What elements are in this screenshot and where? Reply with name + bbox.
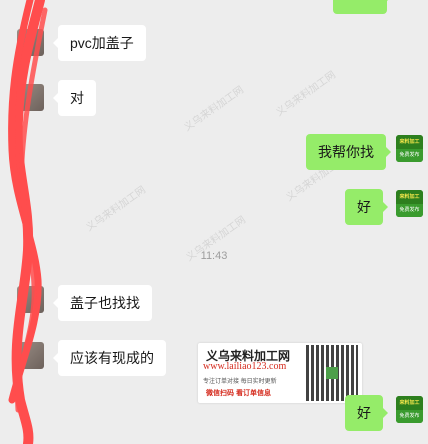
message-bubble[interactable]: 我帮你找 bbox=[306, 134, 391, 170]
message-text: 好 bbox=[357, 199, 371, 215]
watermark: 义乌来料加工网 bbox=[274, 69, 338, 119]
ad-footer: 微信扫码 看订单信息 bbox=[206, 390, 271, 397]
watermark: 义乌来料加工网 bbox=[84, 184, 148, 234]
timestamp: 11:43 bbox=[200, 250, 228, 262]
message-bubble-partial[interactable] bbox=[333, 0, 392, 14]
my-avatar[interactable]: 来料加工 免费发布 bbox=[396, 396, 423, 423]
qr-ad-banner[interactable]: 义乌来料加工网 www.lailiao123.com 专注订单对接 每日实时更新… bbox=[198, 343, 362, 403]
ad-url: www.lailiao123.com bbox=[203, 361, 287, 372]
message-text: 好 bbox=[357, 405, 371, 421]
redaction-scribble bbox=[8, 0, 48, 444]
qr-logo bbox=[326, 367, 338, 379]
ad-description: 专注订单对接 每日实时更新 bbox=[203, 379, 277, 385]
message-bubble[interactable]: 好 bbox=[345, 189, 388, 225]
message-bubble[interactable]: 盖子也找找 bbox=[53, 285, 152, 321]
avatar-top-text: 来料加工 bbox=[396, 190, 423, 204]
message-text: 应该有现成的 bbox=[70, 350, 154, 366]
avatar-bottom-text: 免费发布 bbox=[396, 149, 423, 162]
qr-code-icon bbox=[306, 345, 358, 401]
my-avatar[interactable]: 来料加工 免费发布 bbox=[396, 190, 423, 217]
watermark: 义乌来料加工网 bbox=[182, 84, 246, 134]
my-avatar[interactable]: 来料加工 免费发布 bbox=[396, 135, 423, 162]
avatar-bottom-text: 免费发布 bbox=[396, 204, 423, 217]
message-text: pvc加盖子 bbox=[70, 35, 134, 51]
avatar-top-text: 来料加工 bbox=[396, 135, 423, 149]
message-text: 盖子也找找 bbox=[70, 295, 140, 311]
message-bubble[interactable]: 对 bbox=[53, 80, 96, 116]
avatar-top-text: 来料加工 bbox=[396, 396, 423, 410]
message-bubble[interactable]: pvc加盖子 bbox=[53, 25, 146, 61]
message-bubble[interactable]: 好 bbox=[345, 395, 388, 431]
message-bubble[interactable]: 应该有现成的 bbox=[53, 340, 166, 376]
message-text: 对 bbox=[70, 90, 84, 106]
message-text: 我帮你找 bbox=[318, 144, 374, 160]
avatar-bottom-text: 免费发布 bbox=[396, 410, 423, 423]
